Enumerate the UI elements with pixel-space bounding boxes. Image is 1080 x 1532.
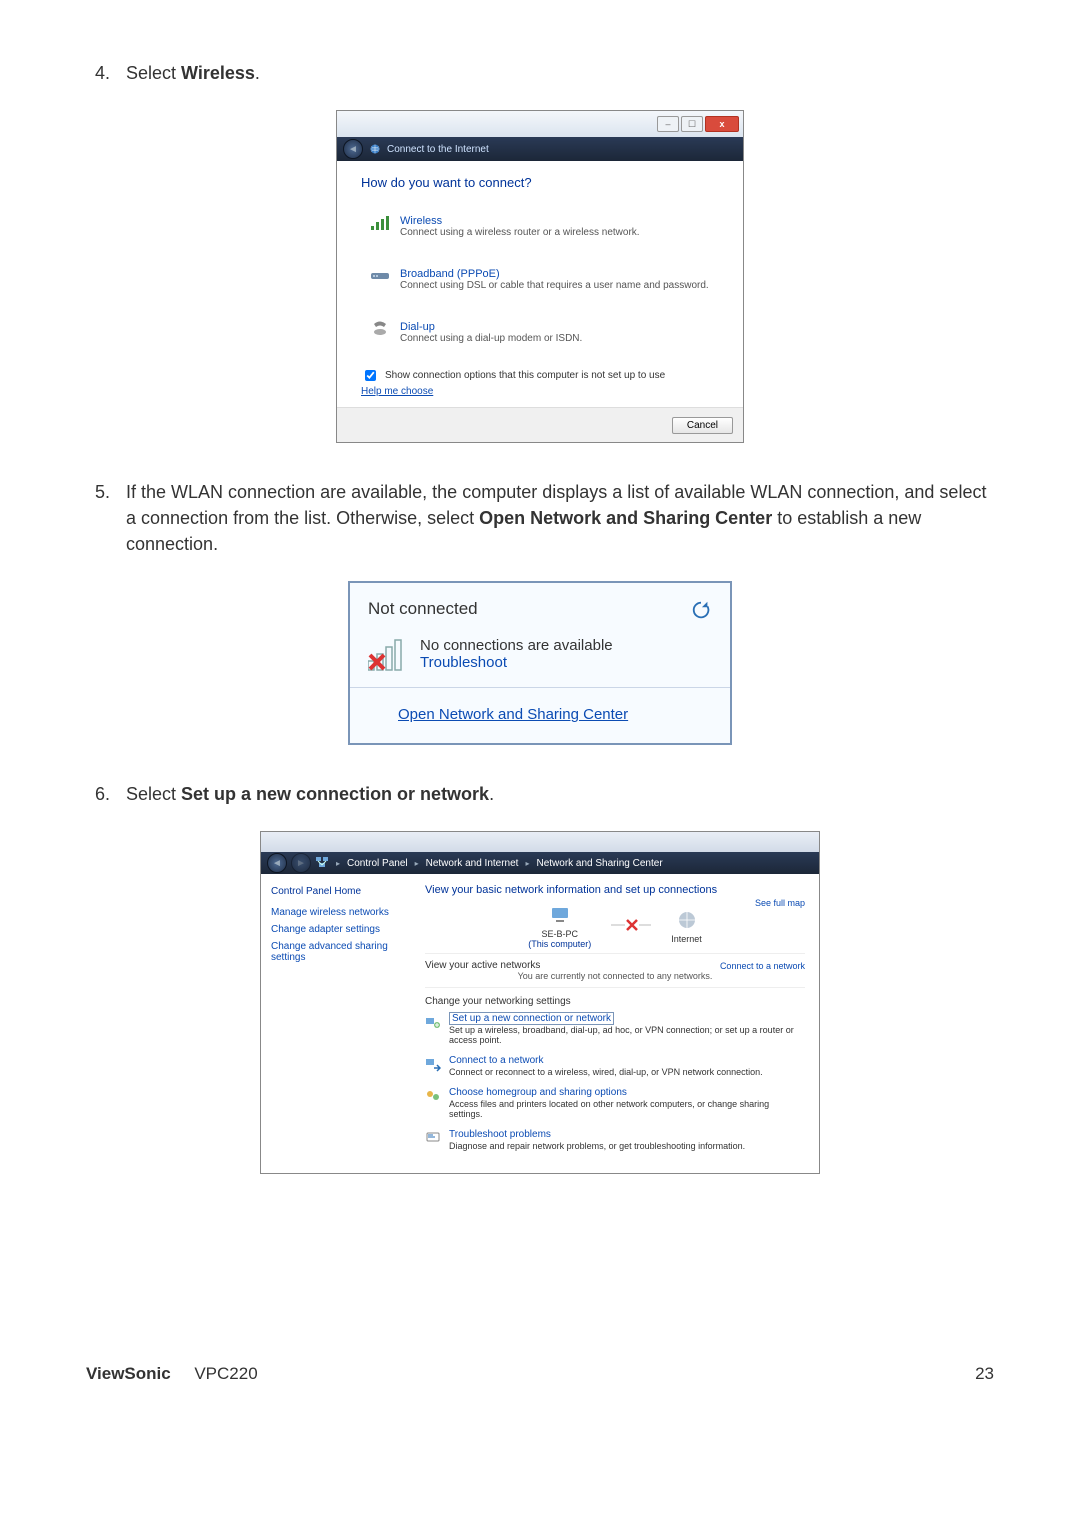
back-button[interactable]: ◄ <box>343 139 363 159</box>
back-button[interactable]: ◄ <box>267 853 287 873</box>
signal-bars-icon <box>370 215 390 231</box>
task-connect-network[interactable]: Connect to a network Connect or reconnec… <box>425 1055 805 1077</box>
task-title: Troubleshoot problems <box>449 1129 745 1140</box>
option-broadband[interactable]: Broadband (PPPoE) Connect using DSL or c… <box>361 261 719 298</box>
troubleshoot-link[interactable]: Troubleshoot <box>420 654 613 671</box>
setup-icon <box>425 1014 441 1030</box>
node-label: Internet <box>671 934 702 944</box>
connect-icon <box>425 1056 441 1072</box>
show-options-checkbox-row: Show connection options that this comput… <box>361 367 719 384</box>
step-text: Select Wireless. <box>126 60 994 86</box>
window-titlebar: – ☐ x <box>337 111 743 137</box>
chevron-right-icon: ▸ <box>412 859 422 868</box>
step-text: If the WLAN connection are available, th… <box>126 479 994 557</box>
task-setup-connection[interactable]: Set up a new connection or network Set u… <box>425 1013 805 1045</box>
minimize-button[interactable]: – <box>657 116 679 132</box>
window-titlebar <box>261 832 819 852</box>
help-link[interactable]: Help me choose <box>361 386 433 397</box>
globe-icon <box>369 143 381 155</box>
forward-button[interactable]: ► <box>291 853 311 873</box>
open-sharing-center-link[interactable]: Open Network and Sharing Center <box>350 688 730 743</box>
sidebar-link-change-adapter[interactable]: Change adapter settings <box>271 924 401 935</box>
figure-connect-dialog: – ☐ x ◄ Connect to the Internet How do y… <box>86 110 994 443</box>
globe-icon <box>676 909 698 931</box>
task-homegroup[interactable]: Choose homegroup and sharing options Acc… <box>425 1087 805 1119</box>
task-subtitle: Diagnose and repair network problems, or… <box>449 1141 745 1151</box>
show-options-checkbox[interactable] <box>365 370 376 381</box>
node-label: SE-B-PC <box>528 929 591 939</box>
disconnected-icon <box>611 916 651 937</box>
main-panel: View your basic network information and … <box>411 874 819 1173</box>
task-subtitle: Connect or reconnect to a wireless, wire… <box>449 1067 763 1077</box>
flyout-title: Not connected <box>368 599 478 619</box>
dialog-footer: Cancel <box>337 407 743 442</box>
cancel-button[interactable]: Cancel <box>672 417 733 434</box>
refresh-icon[interactable] <box>690 599 712 621</box>
see-full-map-link[interactable]: See full map <box>755 898 805 908</box>
page-footer: ViewSonic VPC220 23 <box>86 1364 994 1384</box>
network-flyout: Not connected No connections are <box>348 581 732 745</box>
chevron-right-icon: ▸ <box>333 859 343 868</box>
task-title: Connect to a network <box>449 1055 763 1066</box>
main-heading: View your basic network information and … <box>425 884 805 896</box>
task-title: Choose homegroup and sharing options <box>449 1087 805 1098</box>
active-networks-status: You are currently not connected to any n… <box>425 971 805 988</box>
option-dialup[interactable]: Dial-up Connect using a dial-up modem or… <box>361 314 719 351</box>
option-subtitle: Connect using a wireless router or a wir… <box>400 227 640 238</box>
maximize-button[interactable]: ☐ <box>681 116 703 132</box>
active-networks-label: View your active networks <box>425 960 540 971</box>
figure-flyout: Not connected No connections are <box>86 581 994 745</box>
checkbox-label: Show connection options that this comput… <box>385 370 665 381</box>
nav-bar: ◄ ► ▸ Control Panel ▸ Network and Intern… <box>261 852 819 874</box>
network-sharing-center-window: ◄ ► ▸ Control Panel ▸ Network and Intern… <box>260 831 820 1174</box>
chevron-right-icon: ▸ <box>522 859 532 868</box>
option-title: Dial-up <box>400 321 582 333</box>
sidebar-heading[interactable]: Control Panel Home <box>271 886 401 897</box>
task-troubleshoot[interactable]: Troubleshoot problems Diagnose and repai… <box>425 1129 805 1151</box>
footer-model: VPC220 <box>194 1364 257 1383</box>
option-subtitle: Connect using a dial-up modem or ISDN. <box>400 333 582 344</box>
connect-internet-dialog: – ☐ x ◄ Connect to the Internet How do y… <box>336 110 744 443</box>
breadcrumb[interactable]: Network and Sharing Center <box>536 858 662 869</box>
option-title: Wireless <box>400 215 640 227</box>
computer-icon <box>549 904 571 926</box>
task-title: Set up a new connection or network <box>449 1012 614 1025</box>
sidebar: Control Panel Home Manage wireless netwo… <box>261 874 411 1173</box>
node-sublabel: (This computer) <box>528 939 591 949</box>
connect-network-link[interactable]: Connect to a network <box>720 961 805 971</box>
step-6: 6. Select Set up a new connection or net… <box>86 781 994 807</box>
option-subtitle: Connect using DSL or cable that requires… <box>400 280 709 291</box>
step-text: Select Set up a new connection or networ… <box>126 781 994 807</box>
homegroup-icon <box>425 1088 441 1104</box>
option-wireless[interactable]: Wireless Connect using a wireless router… <box>361 208 719 245</box>
sidebar-link-manage-wireless[interactable]: Manage wireless networks <box>271 907 401 918</box>
no-signal-icon <box>368 637 408 671</box>
troubleshoot-icon <box>425 1130 441 1146</box>
page-number: 23 <box>975 1364 994 1384</box>
task-subtitle: Access files and printers located on oth… <box>449 1099 805 1119</box>
option-title: Broadband (PPPoE) <box>400 268 709 280</box>
step-number: 6. <box>86 781 110 807</box>
sidebar-link-advanced-sharing[interactable]: Change advanced sharing settings <box>271 941 401 963</box>
footer-brand: ViewSonic <box>86 1364 171 1383</box>
dialog-title: Connect to the Internet <box>387 144 489 155</box>
step-number: 4. <box>86 60 110 86</box>
step-4: 4. Select Wireless. <box>86 60 994 86</box>
close-button[interactable]: x <box>705 116 739 132</box>
task-subtitle: Set up a wireless, broadband, dial-up, a… <box>449 1025 805 1045</box>
breadcrumb[interactable]: Network and Internet <box>426 858 519 869</box>
nsc-icon <box>315 855 329 872</box>
dialog-heading: How do you want to connect? <box>361 175 719 190</box>
nav-bar: ◄ Connect to the Internet <box>337 137 743 161</box>
modem-icon <box>370 268 390 282</box>
no-connections-text: No connections are available <box>420 637 613 654</box>
phone-icon <box>370 321 390 337</box>
figure-sharing-center: ◄ ► ▸ Control Panel ▸ Network and Intern… <box>86 831 994 1174</box>
breadcrumb[interactable]: Control Panel <box>347 858 408 869</box>
step-5: 5. If the WLAN connection are available,… <box>86 479 994 557</box>
network-map: See full map SE-B-PC (This computer) <box>425 904 805 949</box>
step-number: 5. <box>86 479 110 557</box>
change-settings-heading: Change your networking settings <box>425 996 805 1007</box>
